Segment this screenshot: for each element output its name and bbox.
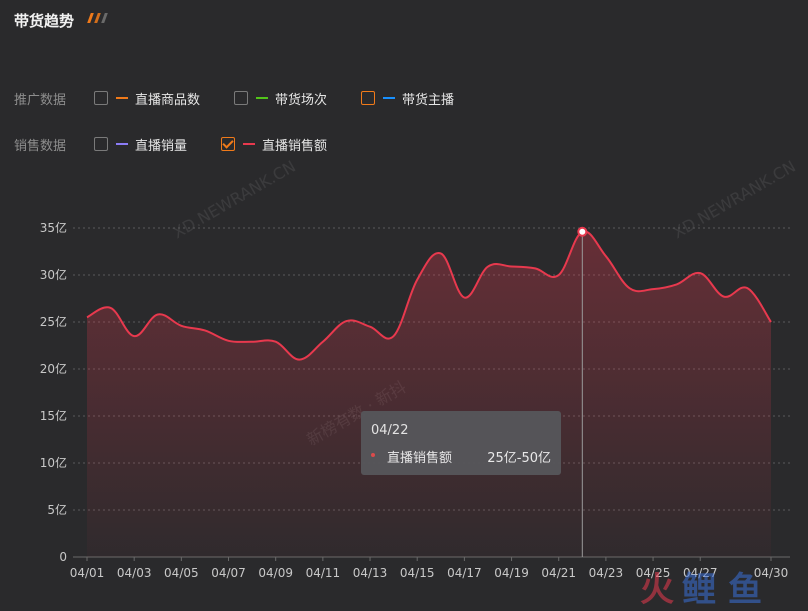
chart-title: 带货趋势 [14,12,75,30]
x-tick-label: 04/23 [589,566,624,580]
brand-logo: 火 鲤 鱼 [640,564,790,610]
y-tick-label: 20亿 [40,361,67,376]
x-tick-label: 04/13 [353,566,388,580]
x-tick-label: 04/01 [70,566,105,580]
x-tick-label: 04/03 [117,566,152,580]
x-tick-label: 04/19 [494,566,529,580]
y-tick-label: 25亿 [40,314,67,329]
area-fill [87,231,771,557]
checkbox[interactable] [94,137,108,151]
x-tick-label: 04/09 [258,566,293,580]
tooltip-value: 25亿-50亿 [487,451,551,466]
option-sessions[interactable]: 带货场次 [234,89,327,108]
data-point [577,226,588,237]
row-label: 销售数据 [14,138,67,154]
x-tick-label: 04/07 [211,566,246,580]
checkbox-checked[interactable] [221,137,236,151]
y-axis-labels: 0 5亿 10亿 15亿 20亿 25亿 30亿 35亿 [40,220,67,564]
series-line [86,230,772,361]
filter-row-sales: 销售数据 直播销量 直播销售额 [14,133,361,155]
option-label: 直播销售额 [262,138,328,154]
x-tick-label: 04/11 [306,566,341,580]
y-tick-label: 0 [59,550,67,564]
checkbox[interactable] [94,91,108,105]
option-live-sales[interactable]: 直播销售额 [221,135,327,154]
option-label: 直播销量 [135,138,188,154]
row-label: 推广数据 [14,92,67,108]
option-label: 直播商品数 [135,92,201,108]
y-tick-label: 35亿 [40,220,67,235]
title-decoration [87,13,111,25]
option-label: 带货主播 [402,92,455,108]
filter-row-promotion: 推广数据 直播商品数 带货场次 带货主播 [14,87,488,109]
tooltip-date: 04/22 [371,423,409,438]
legend-dash-icon [116,97,128,99]
legend-dash-icon [256,97,269,99]
legend-dash-icon [383,97,396,99]
tooltip: 04/22 直播销售额 25亿-50亿 [361,411,561,475]
x-tick-label: 04/05 [164,566,199,580]
tooltip-series-name: 直播销售额 [387,451,453,466]
legend-dash-icon [243,143,256,145]
y-tick-label: 10亿 [40,455,67,470]
series-dot-icon [371,453,375,457]
y-tick-label: 5亿 [47,502,67,517]
checkbox[interactable] [234,91,249,105]
data-points [577,226,588,237]
x-tick-label: 04/21 [541,566,576,580]
y-tick-label: 15亿 [40,408,67,423]
watermark: XD.NEWRANK.CN [169,156,299,243]
brand-char: 鱼 [728,570,762,610]
watermark: XD.NEWRANK.CN [669,156,799,243]
option-live-volume[interactable]: 直播销量 [94,135,187,154]
checkbox[interactable] [361,91,376,105]
y-tick-label: 30亿 [40,267,67,282]
x-tick-label: 04/15 [400,566,435,580]
legend-dash-icon [116,143,128,145]
brand-char: 鲤 [682,570,716,610]
option-live-products[interactable]: 直播商品数 [94,89,200,108]
brand-char: 火 [640,570,674,610]
option-label: 带货场次 [275,92,328,108]
option-hosts[interactable]: 带货主播 [361,89,454,108]
x-tick-label: 04/17 [447,566,482,580]
